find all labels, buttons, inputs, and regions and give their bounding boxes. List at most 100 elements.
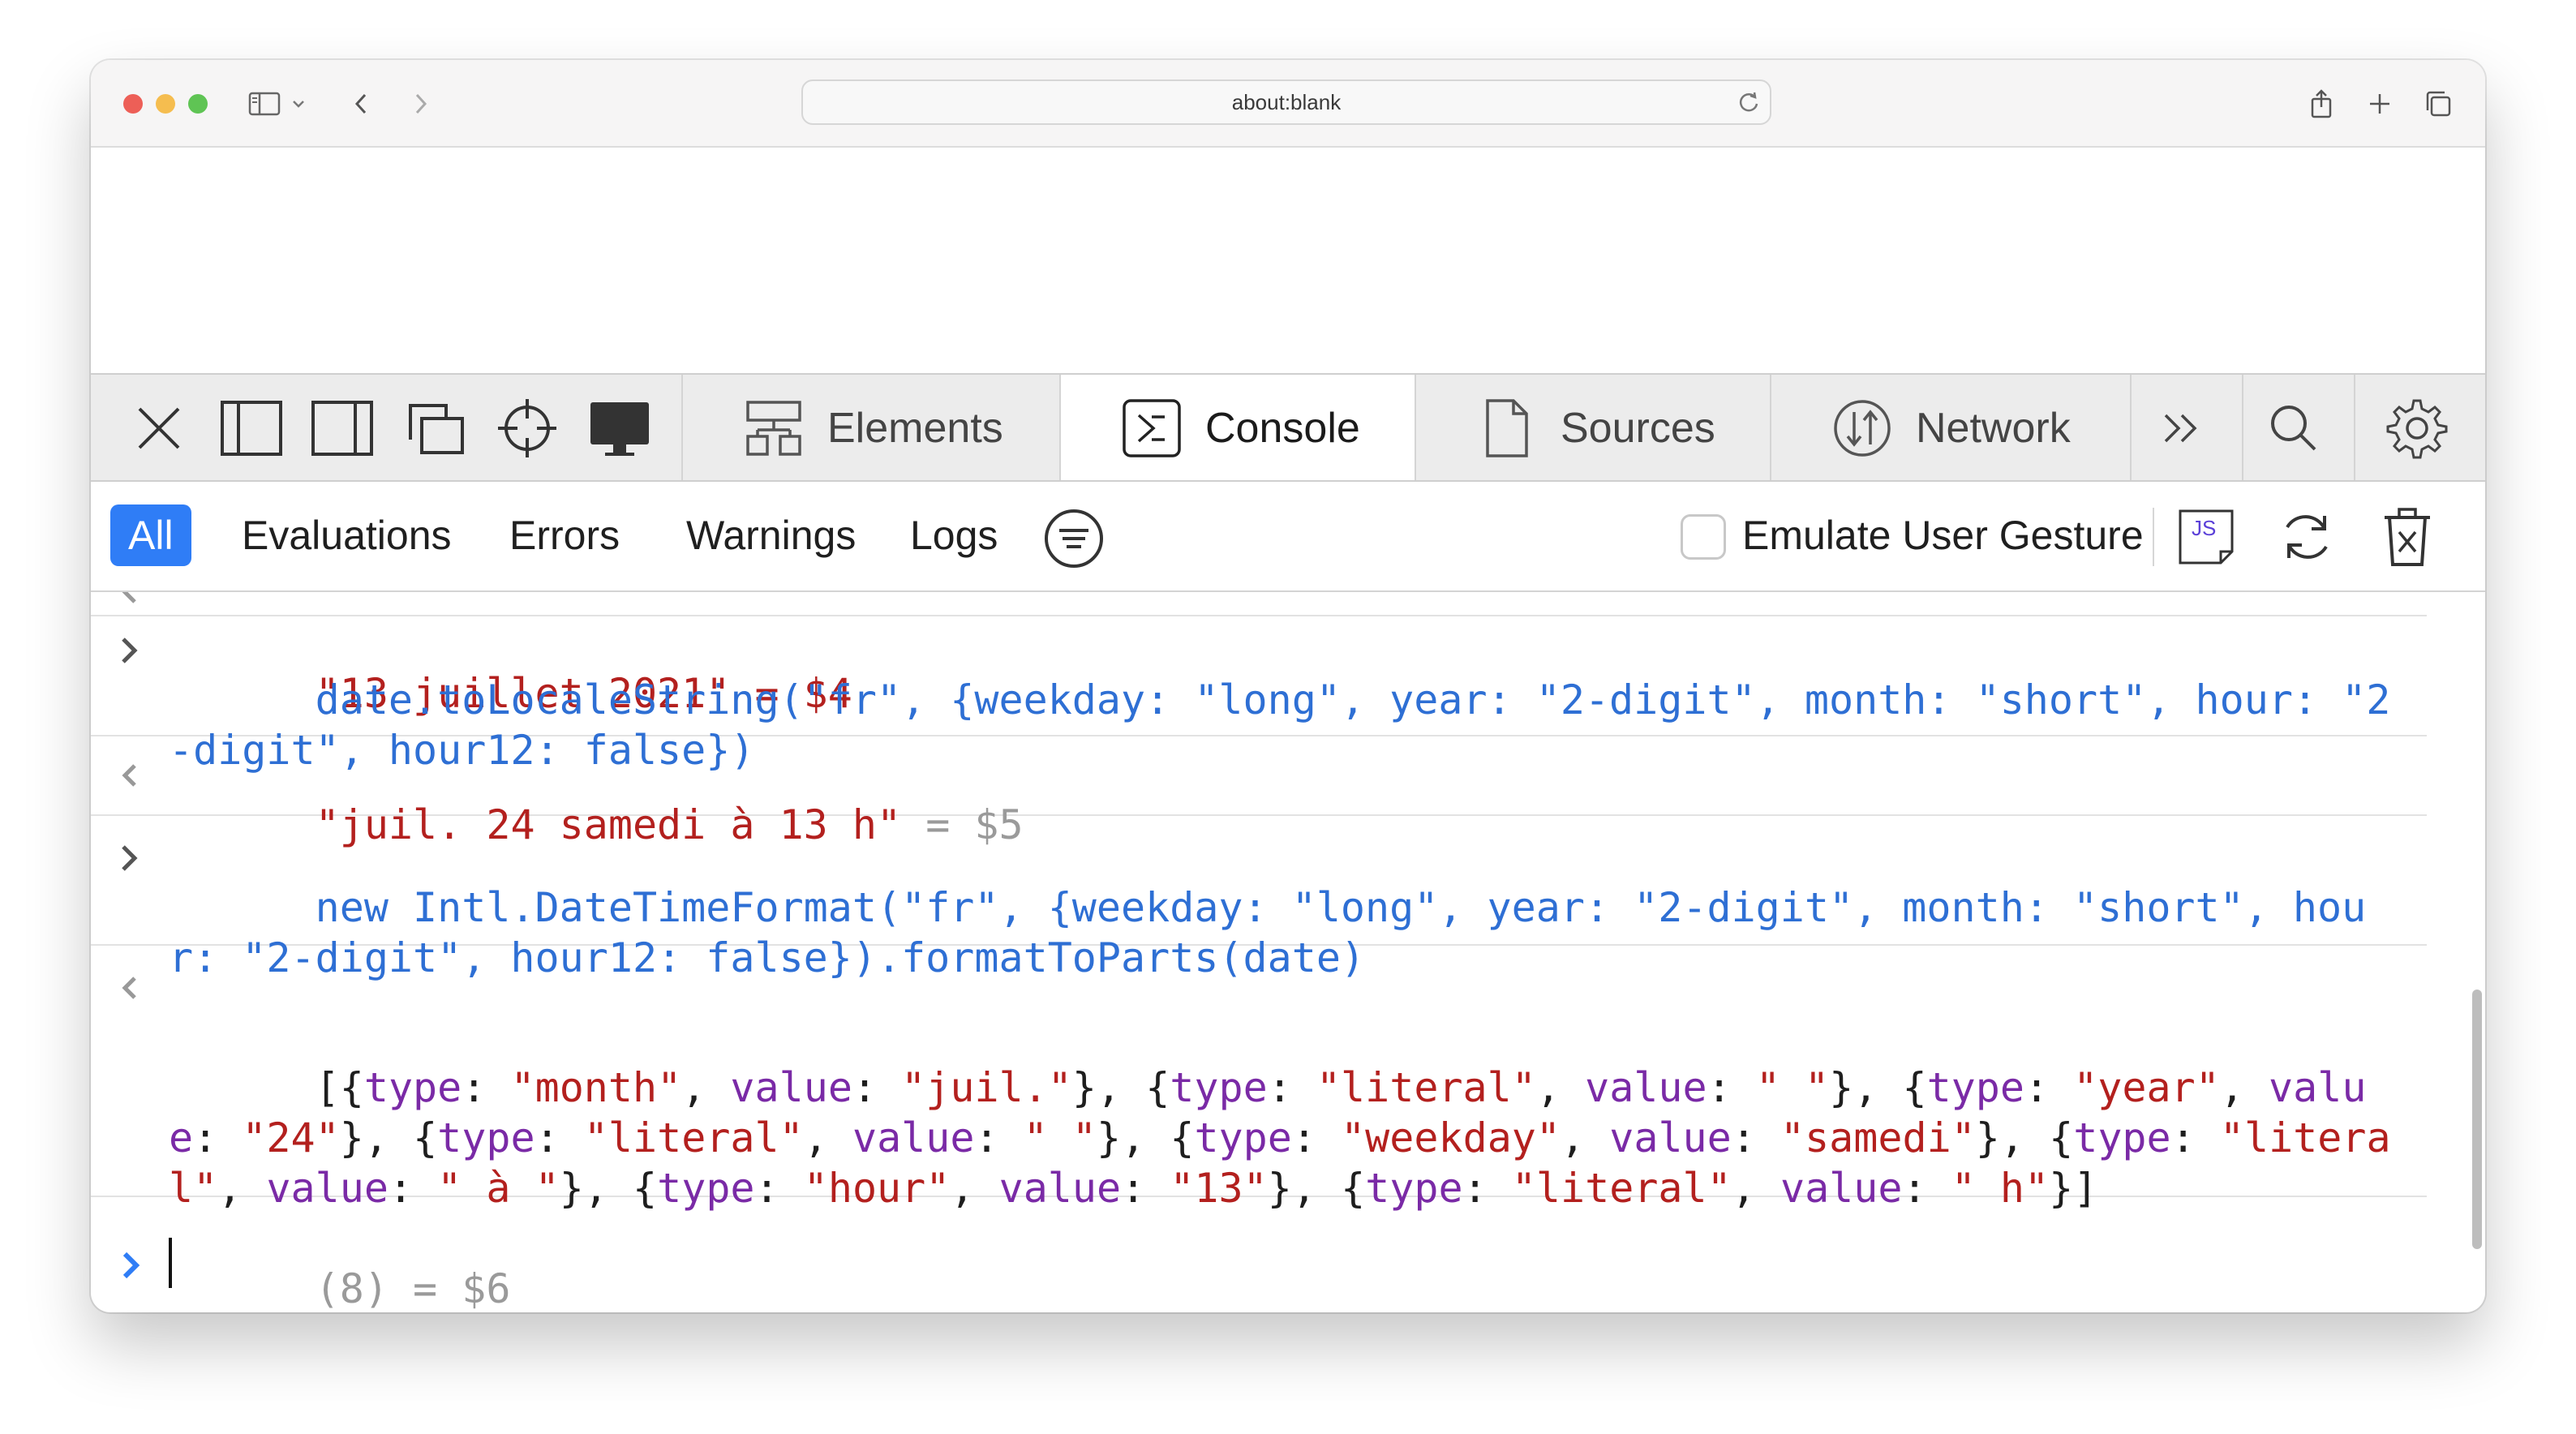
tab-sources[interactable]: Sources (1415, 375, 1770, 480)
punctuation: : (1462, 1165, 1512, 1212)
browser-window: about:blank Elements Console Sources Net… (91, 60, 2485, 1312)
tab-network[interactable]: Network (1770, 375, 2130, 480)
console-prompt[interactable] (91, 1212, 2485, 1312)
tab-label: Elements (827, 405, 1003, 452)
filter-errors-button[interactable]: Errors (509, 504, 620, 566)
tab-console[interactable]: Console (1059, 375, 1415, 480)
console-input-row[interactable]: new Intl.DateTimeFormat("fr", {weekday: … (91, 816, 2427, 981)
minimize-window-button[interactable] (156, 94, 175, 114)
input-chevron-icon (110, 839, 149, 878)
device-monitor-icon[interactable] (586, 394, 654, 462)
punctuation: , (1561, 1114, 1610, 1161)
punctuation: : (1731, 1114, 1780, 1161)
tab-label: Sources (1561, 405, 1715, 452)
object-brace: }, (1097, 1114, 1170, 1161)
punctuation: : (1267, 1064, 1316, 1111)
object-brace: }, (1829, 1064, 1903, 1111)
part-value: " h" (1951, 1165, 2050, 1212)
forward-icon[interactable] (401, 84, 440, 123)
punctuation: : (535, 1114, 584, 1161)
js-context-icon[interactable]: JS (2174, 504, 2239, 569)
part-type-value: "literal" (1316, 1064, 1536, 1111)
prompt-chevron-icon (110, 1244, 152, 1286)
part-type-value: "month" (510, 1064, 682, 1111)
object-brace: { (1145, 1064, 1170, 1111)
zoom-window-button[interactable] (188, 94, 208, 114)
object-brace: }, (1071, 1064, 1146, 1111)
tab-label: Console (1205, 405, 1360, 452)
close-window-button[interactable] (123, 94, 143, 114)
url-text: about:blank (1231, 90, 1342, 114)
property-key: type (657, 1165, 755, 1212)
address-bar[interactable]: about:blank (801, 79, 1771, 125)
output-chevron-icon (110, 968, 149, 1007)
inspect-crosshair-icon[interactable] (493, 394, 561, 462)
punctuation: , (803, 1114, 852, 1161)
tab-elements[interactable]: Elements (681, 375, 1059, 480)
emulate-user-gesture-checkbox[interactable] (1681, 514, 1726, 560)
dock-right-icon[interactable] (308, 394, 376, 462)
settings-button[interactable] (2354, 375, 2485, 480)
back-icon[interactable] (342, 84, 381, 123)
filter-logs-button[interactable]: Logs (910, 504, 998, 566)
punctuation: : (852, 1064, 902, 1111)
array-bracket: ] (2073, 1165, 2098, 1212)
search-button[interactable] (2242, 375, 2354, 480)
title-bar: about:blank (91, 60, 2485, 148)
filter-warnings-button[interactable]: Warnings (686, 504, 856, 566)
property-key: value (998, 1165, 1122, 1212)
property-key: value (1780, 1165, 1903, 1212)
object-brace: }, (1975, 1114, 2050, 1161)
close-devtools-icon[interactable] (125, 394, 193, 462)
console-icon (1121, 397, 1183, 459)
punctuation: , (217, 1165, 267, 1212)
punctuation: , (1731, 1165, 1780, 1212)
filter-all-button[interactable]: All (110, 504, 191, 566)
chevron-down-icon[interactable] (286, 84, 311, 123)
punctuation: : (1121, 1165, 1170, 1212)
console-input-row[interactable]: date.toLocaleString("fr", {weekday: "lon… (91, 616, 2427, 774)
divider (2153, 508, 2154, 566)
punctuation: , (2219, 1064, 2269, 1111)
property-key: value (266, 1165, 389, 1212)
punctuation: , (950, 1165, 999, 1212)
object-brace: }, (1267, 1165, 1342, 1212)
filter-evaluations-button[interactable]: Evaluations (242, 504, 452, 566)
part-value: "13" (1170, 1165, 1268, 1212)
object-brace: }, (559, 1165, 633, 1212)
object-brace: { (1341, 1165, 1366, 1212)
new-tab-icon[interactable] (2360, 84, 2399, 123)
part-value: " " (1755, 1064, 1830, 1111)
property-key: value (852, 1114, 975, 1161)
preserve-log-refresh-icon[interactable] (2274, 504, 2339, 569)
punctuation: : (1291, 1114, 1342, 1161)
part-value: "samedi" (1780, 1114, 1976, 1161)
clear-console-trash-icon[interactable] (2375, 504, 2440, 569)
detach-window-icon[interactable] (401, 394, 469, 462)
filter-icon[interactable] (1041, 506, 1106, 571)
share-icon[interactable] (2302, 84, 2341, 123)
reload-icon[interactable] (1732, 86, 1765, 118)
sidebar-icon[interactable] (245, 84, 284, 123)
punctuation: : (2024, 1064, 2074, 1111)
property-key: value (1609, 1114, 1732, 1161)
part-type-value: "hour" (803, 1165, 951, 1212)
punctuation: : (388, 1165, 438, 1212)
punctuation: , (681, 1064, 731, 1111)
object-brace: { (633, 1165, 658, 1212)
part-value: "juil." (901, 1064, 1072, 1111)
sources-icon (1476, 397, 1538, 459)
object-brace: { (339, 1064, 364, 1111)
console-scrollbar[interactable] (2472, 990, 2482, 1249)
part-value: " à " (437, 1165, 560, 1212)
tabs-overview-icon[interactable] (2419, 84, 2458, 123)
object-brace: } (2049, 1165, 2074, 1212)
format-parts-array[interactable]: [{type: "month", value: "juil."}, {type:… (169, 1064, 2391, 1212)
more-tabs-button[interactable] (2130, 375, 2242, 480)
property-key: type (2073, 1114, 2171, 1161)
input-chevron-icon (110, 631, 149, 670)
punctuation: : (462, 1064, 511, 1111)
console-output[interactable]: "13 juillet 2021" = $4 date.toLocaleStri… (91, 592, 2485, 1312)
dock-left-icon[interactable] (217, 394, 286, 462)
part-value: "24" (242, 1114, 340, 1161)
